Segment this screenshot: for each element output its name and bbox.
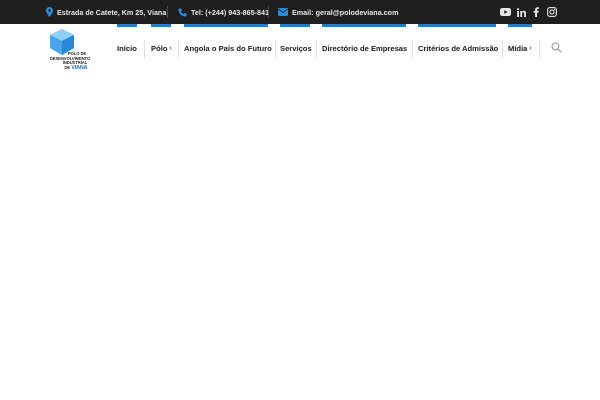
- linkedin-icon: [517, 7, 526, 17]
- nav-item-midia[interactable]: Mídia ›: [508, 24, 532, 72]
- nav-divider: [316, 40, 317, 59]
- logo-line: DE VIANA: [51, 64, 101, 71]
- facebook-icon: [533, 7, 539, 17]
- page-content: [0, 72, 600, 400]
- nav-item-servicos[interactable]: Serviços: [280, 24, 312, 72]
- nav-label: Início: [117, 43, 137, 53]
- nav-divider: [412, 40, 413, 59]
- nav-label: Angola o País do Futuro: [184, 43, 272, 53]
- nav-label: Mídia: [508, 43, 528, 53]
- chevron-right-icon: ›: [169, 44, 172, 52]
- nav-divider: [275, 40, 276, 59]
- nav-label: Directório de Empresas: [322, 43, 408, 53]
- email-item[interactable]: Email: geral@polodeviana.com: [278, 0, 398, 24]
- top-info-bar: Estrada de Catete, Km 25, Viana Tel: (+2…: [0, 0, 600, 24]
- address-item: Estrada de Catete, Km 25, Viana: [46, 0, 166, 24]
- nav-divider: [539, 40, 540, 59]
- logo-de: DE: [64, 64, 71, 70]
- chevron-right-icon: ›: [529, 44, 532, 52]
- instagram-icon: [547, 7, 557, 17]
- linkedin-link[interactable]: [517, 0, 526, 24]
- topbar-divider: [167, 6, 168, 18]
- nav-divider: [502, 40, 503, 59]
- instagram-link[interactable]: [547, 0, 557, 24]
- topbar-divider: [268, 6, 269, 18]
- youtube-link[interactable]: [500, 0, 511, 24]
- phone-icon: [178, 7, 187, 17]
- main-header: PÓLO DE DESENVOLVIMENTO INDUSTRIAL DE VI…: [0, 24, 600, 72]
- site-logo[interactable]: PÓLO DE DESENVOLVIMENTO INDUSTRIAL DE VI…: [46, 28, 96, 71]
- nav-item-inicio[interactable]: Início: [117, 24, 137, 72]
- logo-viana: VIANA: [71, 64, 88, 71]
- nav-item-directorio[interactable]: Directório de Empresas: [322, 24, 407, 72]
- nav-label: Serviços: [280, 43, 312, 53]
- nav-label: Critérios de Admissão: [418, 43, 499, 53]
- search-button[interactable]: [551, 40, 563, 53]
- phone-text: Tel: (+244) 943-865-841: [191, 7, 269, 17]
- map-pin-icon: [46, 7, 53, 17]
- nav-item-criterios[interactable]: Critérios de Admissão: [418, 24, 498, 72]
- envelope-icon: [278, 8, 288, 16]
- email-text: Email: geral@polodeviana.com: [292, 7, 399, 17]
- search-icon: [551, 42, 562, 53]
- youtube-icon: [500, 8, 511, 16]
- nav-item-polo[interactable]: Pólo ›: [151, 24, 172, 72]
- nav-divider: [144, 40, 145, 59]
- address-text: Estrada de Catete, Km 25, Viana: [57, 7, 167, 17]
- nav-divider: [178, 40, 179, 59]
- nav-label: Pólo: [151, 43, 168, 53]
- facebook-link[interactable]: [533, 0, 539, 24]
- phone-item[interactable]: Tel: (+244) 943-865-841: [178, 0, 269, 24]
- nav-item-angola[interactable]: Angola o País do Futuro: [184, 24, 272, 72]
